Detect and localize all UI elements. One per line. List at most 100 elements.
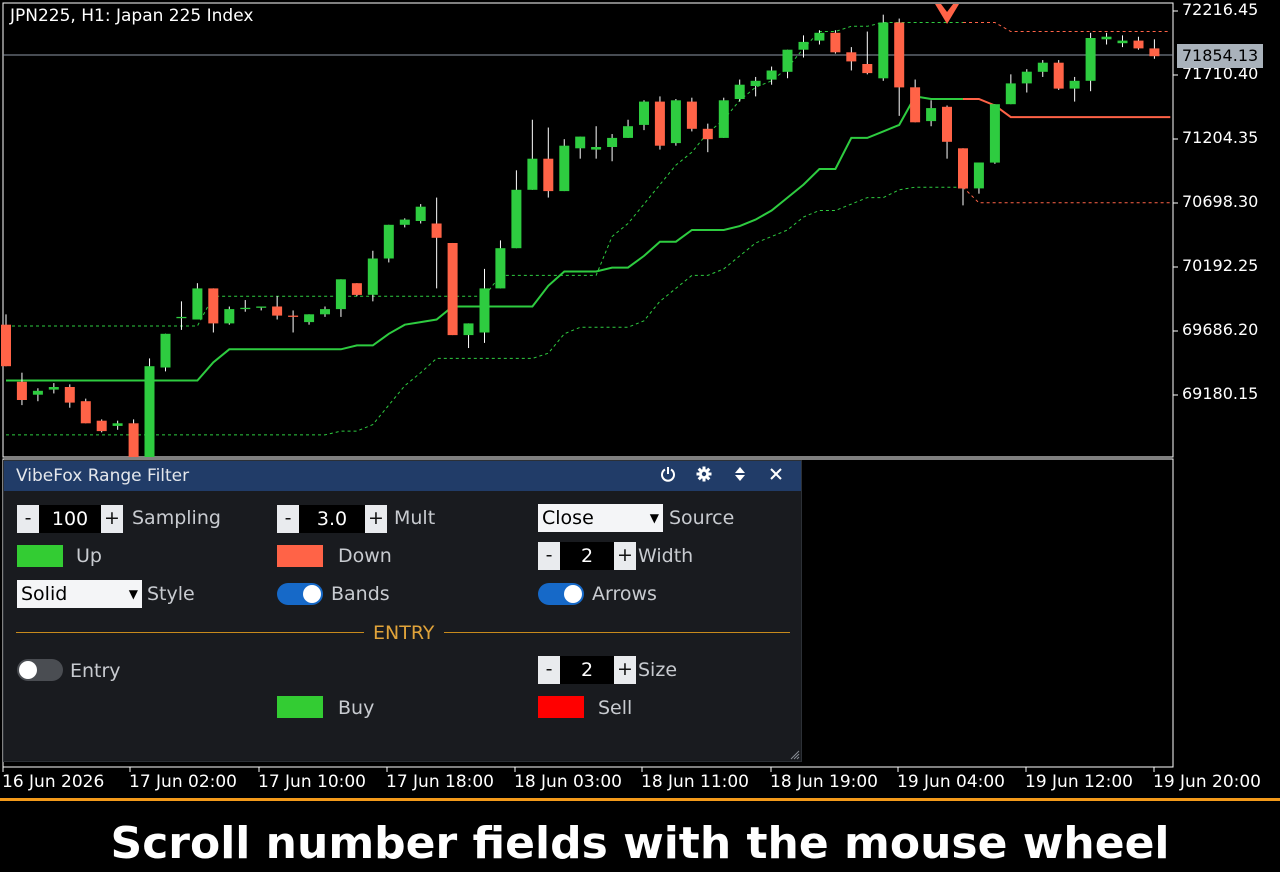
entry-label: Entry <box>70 660 121 682</box>
candle-body <box>351 283 362 295</box>
resize-grip-icon[interactable] <box>788 748 800 760</box>
buy-color-swatch[interactable] <box>277 696 323 718</box>
candle-body <box>782 49 793 72</box>
mult-decrement-button[interactable]: - <box>277 505 299 533</box>
width-increment-button[interactable]: + <box>614 542 636 570</box>
sampling-decrement-button[interactable]: - <box>17 505 39 533</box>
candle-body <box>256 306 267 308</box>
candle-body <box>654 101 665 146</box>
candle-body <box>240 307 251 310</box>
chevron-down-icon: ▼ <box>128 587 138 601</box>
time-axis-label: 16 Jun 2026 <box>2 772 105 792</box>
candle-body <box>176 316 187 319</box>
down-color-swatch[interactable] <box>277 545 323 567</box>
price-axis-label: 70192.25 <box>1182 256 1259 275</box>
candle-body <box>383 224 394 259</box>
panel-title: VibeFox Range Filter <box>16 466 190 486</box>
candle-body <box>431 223 442 238</box>
size-decrement-button[interactable]: - <box>538 656 560 684</box>
caption-text: Scroll number fields with the mouse whee… <box>110 818 1170 869</box>
power-icon[interactable] <box>658 466 678 486</box>
close-icon[interactable] <box>766 466 786 486</box>
sampling-increment-button[interactable]: + <box>101 505 123 533</box>
candle-body <box>1101 36 1112 40</box>
source-label: Source <box>669 507 735 529</box>
candle-body <box>989 104 1000 163</box>
candle-body <box>272 306 283 316</box>
mult-increment-button[interactable]: + <box>365 505 387 533</box>
candle-body <box>463 323 474 336</box>
candle-body <box>367 258 378 295</box>
candle-body <box>734 84 745 99</box>
candle-body <box>32 390 43 395</box>
source-select[interactable]: Close ▼ <box>538 504 663 532</box>
time-axis-label: 19 Jun 12:00 <box>1025 772 1133 792</box>
arrows-toggle[interactable] <box>538 583 584 605</box>
move-icon[interactable] <box>730 466 750 486</box>
section-divider <box>16 632 364 633</box>
time-axis-label: 18 Jun 11:00 <box>641 772 749 792</box>
time-axis-label: 18 Jun 19:00 <box>770 772 878 792</box>
time-axis-label: 19 Jun 20:00 <box>1153 772 1261 792</box>
width-input[interactable]: 2 <box>560 542 614 570</box>
candle-body <box>798 41 809 50</box>
candle-body <box>1117 40 1128 44</box>
entry-toggle[interactable] <box>17 659 63 681</box>
mult-stepper[interactable]: - 3.0 + <box>277 505 387 533</box>
sell-label: Sell <box>598 697 633 719</box>
sampling-input[interactable]: 100 <box>39 505 101 533</box>
sell-arrow-icon <box>935 4 960 24</box>
candle-body <box>878 22 889 79</box>
range-filter-panel: VibeFox Range Filter - 100 + Sampling - … <box>3 460 802 762</box>
section-divider <box>444 632 790 633</box>
candle-body <box>1085 38 1096 81</box>
candle-body <box>399 219 410 225</box>
candle-body <box>192 288 203 320</box>
chart-frame <box>2 2 1174 458</box>
candle-body <box>607 137 618 147</box>
size-increment-button[interactable]: + <box>614 656 636 684</box>
width-decrement-button[interactable]: - <box>538 542 560 570</box>
size-stepper[interactable]: - 2 + <box>538 656 636 684</box>
candle-body <box>862 64 873 74</box>
panel-header[interactable]: VibeFox Range Filter <box>4 461 801 491</box>
sampling-label: Sampling <box>132 507 221 529</box>
size-input[interactable]: 2 <box>560 656 614 684</box>
time-axis-label: 18 Jun 03:00 <box>514 772 622 792</box>
candle-body <box>830 32 841 53</box>
sampling-stepper[interactable]: - 100 + <box>17 505 123 533</box>
candle-body <box>335 279 346 310</box>
bands-toggle[interactable] <box>277 583 323 605</box>
style-select[interactable]: Solid ▼ <box>17 580 142 608</box>
price-axis-label: 72216.45 <box>1182 0 1259 19</box>
current-price-badge: 71854.13 <box>1177 44 1263 68</box>
width-stepper[interactable]: - 2 + <box>538 542 636 570</box>
upper-band-line <box>963 22 1171 32</box>
candle-body <box>591 147 602 150</box>
up-color-swatch[interactable] <box>17 545 63 567</box>
price-axis-label: 69686.20 <box>1182 320 1259 339</box>
candle-body <box>16 381 27 400</box>
candle-body <box>112 423 123 426</box>
style-value: Solid <box>21 583 68 605</box>
candle-body <box>559 145 570 192</box>
candle-body <box>942 106 952 142</box>
entry-section-label: ENTRY <box>373 622 435 644</box>
candle-body <box>670 100 681 144</box>
arrows-label: Arrows <box>592 583 657 605</box>
candle-body <box>1149 48 1160 57</box>
mult-input[interactable]: 3.0 <box>299 505 365 533</box>
candle-body <box>973 162 984 189</box>
candle-body <box>1037 62 1048 72</box>
candle-body <box>208 288 219 324</box>
candle-body <box>96 420 107 432</box>
price-axis-label: 69180.15 <box>1182 384 1259 403</box>
candle-body <box>527 158 538 190</box>
candle-body <box>543 158 554 192</box>
candle-body <box>814 32 825 41</box>
candle-body <box>288 315 299 317</box>
candle-body <box>894 22 905 88</box>
sell-color-swatch[interactable] <box>538 696 584 718</box>
candle-body <box>766 70 777 80</box>
gear-icon[interactable] <box>694 466 714 486</box>
